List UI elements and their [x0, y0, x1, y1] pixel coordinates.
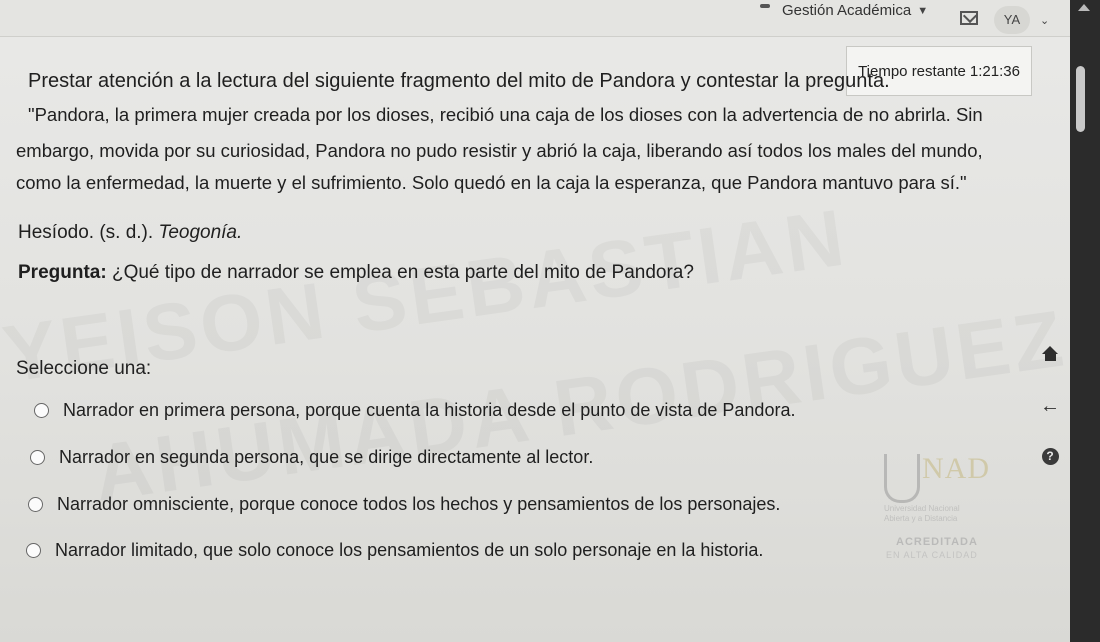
- radio-button[interactable]: [26, 543, 41, 558]
- quote-line-2: embargo, movida por su curiosidad, Pando…: [16, 140, 983, 161]
- answer-option-label: Narrador en primera persona, porque cuen…: [63, 400, 796, 420]
- citation-author: Hesíodo. (s. d.).: [18, 222, 154, 243]
- scrollbar[interactable]: [1070, 0, 1100, 642]
- logo-u-mark: [884, 454, 920, 503]
- academic-menu[interactable]: Gestión Académica ▼: [782, 2, 928, 19]
- chevron-down-icon[interactable]: ⌄: [1040, 14, 1049, 27]
- answer-option-2[interactable]: Narrador en segunda persona, que se diri…: [30, 447, 593, 468]
- academic-menu-label: Gestión Académica: [782, 2, 912, 19]
- question-prompt: Pregunta: ¿Qué tipo de narrador se emple…: [18, 262, 694, 284]
- timer-value: 1:21:36: [969, 62, 1020, 80]
- home-icon[interactable]: [1036, 340, 1064, 368]
- select-label: Seleccione una:: [16, 358, 152, 379]
- logo-accredited: ACREDITADA: [896, 536, 978, 548]
- scroll-up-icon[interactable]: [1078, 4, 1090, 11]
- citation-title: Teogonía.: [158, 222, 243, 243]
- radio-button[interactable]: [30, 450, 45, 465]
- logo-subtitle-2: Abierta y a Distancia: [884, 514, 958, 523]
- message-icon[interactable]: [960, 11, 978, 25]
- unad-logo: NAD Universidad Nacional Abierta y a Dis…: [876, 440, 1026, 570]
- radio-button[interactable]: [34, 403, 49, 418]
- answer-option-4[interactable]: Narrador limitado, que solo conoce los p…: [26, 540, 763, 561]
- logo-wordmark: NAD: [922, 452, 990, 485]
- logo-subtitle: Universidad Nacional Abierta y a Distanc…: [884, 504, 960, 524]
- back-arrow-icon[interactable]: ←: [1036, 392, 1064, 420]
- quote-line-3: como la enfermedad, la muerte y el sufri…: [16, 172, 967, 193]
- help-icon[interactable]: ?: [1036, 442, 1064, 470]
- answer-option-label: Narrador limitado, que solo conoce los p…: [55, 540, 764, 560]
- prompt-label: Pregunta:: [18, 262, 107, 283]
- question-intro: Prestar atención a la lectura del siguie…: [28, 70, 890, 92]
- radio-button[interactable]: [28, 497, 43, 512]
- scrollbar-thumb[interactable]: [1076, 66, 1085, 132]
- chevron-down-icon: ▼: [917, 4, 929, 17]
- toolbar-fragment: [760, 4, 770, 8]
- citation: Hesíodo. (s. d.). Teogonía.: [18, 222, 242, 244]
- top-bar: Gestión Académica ▼ YA ⌄: [0, 0, 1070, 37]
- answer-option-label: Narrador en segunda persona, que se diri…: [59, 447, 594, 467]
- logo-quality: EN ALTA CALIDAD: [886, 550, 978, 560]
- logo-subtitle-1: Universidad Nacional: [884, 504, 960, 513]
- answer-option-1[interactable]: Narrador en primera persona, porque cuen…: [34, 400, 795, 421]
- avatar[interactable]: YA: [994, 6, 1030, 34]
- answer-option-3[interactable]: Narrador omnisciente, porque conoce todo…: [28, 494, 780, 515]
- prompt-text: ¿Qué tipo de narrador se emplea en esta …: [111, 262, 694, 283]
- answer-option-label: Narrador omnisciente, porque conoce todo…: [57, 494, 781, 514]
- quote-line-1: "Pandora, la primera mujer creada por lo…: [28, 104, 983, 125]
